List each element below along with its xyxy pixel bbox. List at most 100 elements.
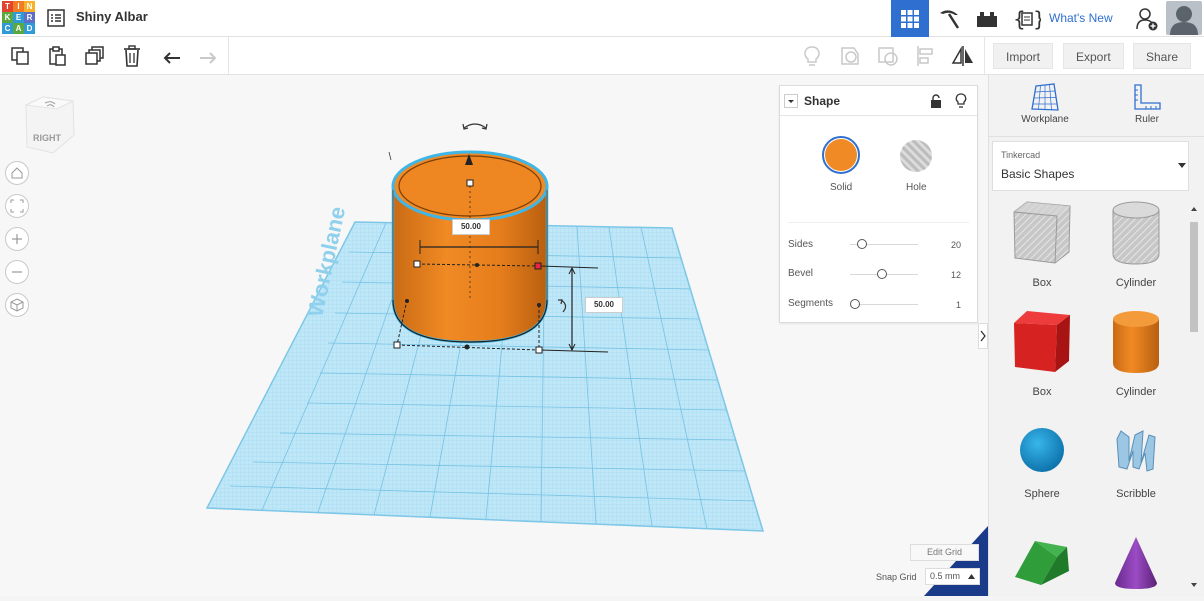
code-braces-icon: {}: [1013, 7, 1041, 31]
logo-letter: R: [24, 12, 35, 23]
scroll-up-icon[interactable]: [1189, 205, 1199, 213]
perspective-toggle-button[interactable]: [5, 293, 29, 317]
workplane-tool-button[interactable]: Workplane: [1005, 83, 1085, 125]
lock-icon[interactable]: [930, 94, 942, 108]
shape-label: Sphere: [1024, 488, 1060, 500]
shapes-sidebar: Workplane Ruler Tinkercad Basic Shapes B…: [988, 75, 1204, 596]
scroll-down-icon[interactable]: [1189, 581, 1199, 589]
shape-scribble[interactable]: Scribble: [1089, 423, 1183, 500]
ruler-icon: [1134, 84, 1161, 110]
export-button[interactable]: Export: [1063, 43, 1124, 69]
sphere-icon: [1020, 428, 1064, 472]
corner-triangle-decoration: [924, 526, 988, 601]
shape-library-select[interactable]: Tinkercad Basic Shapes: [992, 141, 1189, 191]
workplane-icon: [1031, 83, 1059, 111]
shape-label: Box: [1032, 277, 1052, 289]
fit-view-button[interactable]: [5, 194, 29, 218]
cylinder-hole-icon: [1112, 201, 1160, 265]
user-avatar-icon: [1170, 6, 1198, 35]
duplicate-button[interactable]: [83, 44, 107, 68]
ungroup-button[interactable]: [876, 44, 900, 68]
logo-letter: A: [13, 23, 24, 34]
segments-slider[interactable]: [850, 299, 918, 309]
ungroup-icon: [878, 47, 898, 66]
3d-design-view-button[interactable]: [891, 0, 929, 37]
bevel-slider-knob[interactable]: [876, 269, 887, 279]
panel-divider: [788, 222, 969, 223]
cylinder-icon: [1113, 311, 1159, 373]
lightbulb-icon[interactable]: [955, 93, 967, 109]
snap-grid-value: 0.5 mm: [930, 571, 961, 581]
whats-new-link[interactable]: What's New: [1049, 11, 1113, 25]
redo-button[interactable]: [196, 44, 220, 68]
roof-icon: [1015, 541, 1069, 585]
shape-box[interactable]: Box: [995, 309, 1089, 398]
chevron-right-icon: [980, 330, 986, 342]
svg-text:}: }: [1033, 7, 1041, 31]
tinkercad-logo[interactable]: T I N K E R C A D: [2, 1, 36, 35]
solid-label: Solid: [830, 182, 853, 193]
add-user-button[interactable]: [1128, 0, 1166, 37]
design-list-icon[interactable]: [47, 9, 65, 27]
height-dimension-label[interactable]: 50.00: [585, 297, 623, 313]
bevel-slider[interactable]: [850, 269, 918, 279]
shape-cylinder-hole[interactable]: Cylinder: [1089, 200, 1183, 289]
align-button[interactable]: [914, 44, 938, 68]
workplane-tool-label: Workplane: [1021, 114, 1069, 125]
import-button[interactable]: Import: [993, 43, 1054, 69]
shape-sphere[interactable]: Sphere: [995, 423, 1089, 500]
shape-cone[interactable]: [1089, 535, 1183, 596]
minecraft-pickaxe-button[interactable]: [930, 0, 968, 37]
lightbulb-icon: [804, 46, 820, 66]
sidebar-scrollbar[interactable]: [1189, 200, 1199, 595]
shape-box-hole[interactable]: Box: [995, 200, 1089, 289]
paste-button[interactable]: [45, 44, 69, 68]
project-title[interactable]: Shiny Albar: [76, 9, 148, 24]
redo-icon: [200, 52, 217, 64]
sides-slider[interactable]: [850, 239, 918, 249]
ruler-tool-button[interactable]: Ruler: [1107, 83, 1187, 125]
shape-cylinder[interactable]: Cylinder: [1089, 309, 1183, 398]
scrollbar-thumb[interactable]: [1190, 222, 1198, 332]
view-cube[interactable]: RIGHT: [23, 95, 76, 155]
collapse-panel-button[interactable]: [978, 323, 988, 349]
segments-slider-knob[interactable]: [850, 299, 860, 309]
solid-button[interactable]: [822, 136, 860, 174]
delete-button[interactable]: [120, 44, 144, 68]
shape-label: Cylinder: [1115, 277, 1157, 289]
codeblocks-button[interactable]: {}: [1008, 0, 1046, 37]
home-view-button[interactable]: [5, 161, 29, 185]
copy-icon: [11, 47, 29, 65]
zoom-in-button[interactable]: [5, 227, 29, 251]
share-button[interactable]: Share: [1133, 43, 1192, 69]
svg-text:{: {: [1013, 7, 1026, 31]
trash-icon: [124, 45, 140, 67]
edit-grid-button[interactable]: Edit Grid: [910, 544, 979, 561]
notes-button[interactable]: [800, 44, 824, 68]
shape-roof[interactable]: [995, 535, 1089, 590]
sidebar-divider: [989, 136, 1204, 137]
view-cube-face-label: RIGHT: [33, 133, 61, 143]
hole-button[interactable]: [900, 140, 932, 172]
logo-letter: I: [13, 1, 24, 12]
mirror-button[interactable]: [951, 44, 975, 68]
zoom-out-button[interactable]: [5, 260, 29, 284]
collapse-caret-icon[interactable]: [784, 94, 798, 108]
width-dimension-label[interactable]: 50.00: [452, 219, 490, 235]
segments-value[interactable]: 1: [956, 300, 961, 310]
bevel-value[interactable]: 12: [951, 270, 961, 280]
sides-slider-knob[interactable]: [856, 239, 867, 249]
snap-grid-select[interactable]: 0.5 mm: [925, 568, 980, 585]
snap-grid-label: Snap Grid: [876, 572, 917, 582]
sides-value[interactable]: 20: [951, 240, 961, 250]
undo-button[interactable]: [160, 44, 184, 68]
copy-button[interactable]: [8, 44, 32, 68]
group-icon: [841, 47, 859, 65]
segments-label: Segments: [788, 298, 834, 309]
mirror-icon: [951, 46, 973, 66]
group-button[interactable]: [838, 44, 862, 68]
bricks-button[interactable]: [968, 0, 1006, 37]
avatar[interactable]: [1166, 1, 1202, 35]
logo-letter: K: [2, 12, 13, 23]
paste-icon: [49, 46, 66, 66]
